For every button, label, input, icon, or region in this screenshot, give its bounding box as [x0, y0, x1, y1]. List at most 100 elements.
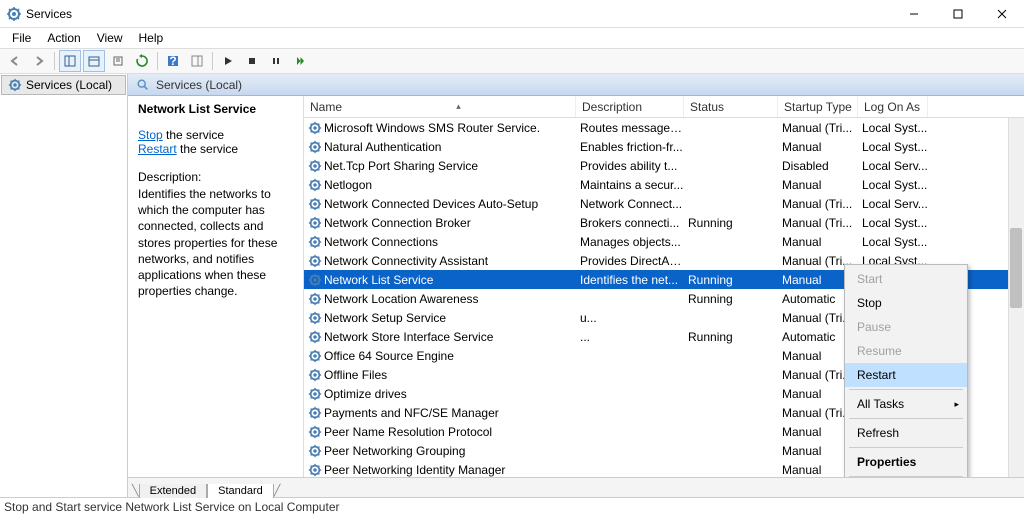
title-bar: Services: [0, 0, 1024, 28]
back-button[interactable]: [4, 50, 26, 72]
properties-button[interactable]: [83, 50, 105, 72]
column-log-on-as[interactable]: Log On As: [858, 96, 928, 117]
table-row[interactable]: Network Connections Manages objects... Man…: [304, 232, 1024, 251]
service-icon: [308, 311, 322, 325]
app-icon: [6, 6, 22, 22]
menu-view[interactable]: View: [89, 29, 131, 47]
service-icon: [308, 121, 322, 135]
service-desc-cell: Provides ability t...: [576, 159, 684, 173]
service-startup-cell: Manual: [778, 140, 858, 154]
ctx-refresh[interactable]: Refresh: [845, 421, 967, 445]
show-hide-tree-button[interactable]: [59, 50, 81, 72]
right-pane-header: Services (Local): [128, 74, 1024, 96]
service-icon: [8, 78, 22, 92]
service-status-cell: Running: [684, 273, 778, 287]
service-startup-cell: Manual: [778, 178, 858, 192]
service-name-cell: Net.Tcp Port Sharing Service: [324, 159, 478, 173]
window-title: Services: [26, 7, 892, 21]
minimize-button[interactable]: [892, 0, 936, 28]
detail-service-name: Network List Service: [138, 102, 293, 116]
menu-action[interactable]: Action: [39, 29, 88, 47]
table-row[interactable]: Microsoft Windows SMS Router Service.Rou…: [304, 118, 1024, 137]
service-desc-cell: Brokers connecti...: [576, 216, 684, 230]
service-icon: [308, 235, 322, 249]
stop-service-button[interactable]: [241, 50, 263, 72]
table-row[interactable]: NetlogonMaintains a secur...ManualLocal …: [304, 175, 1024, 194]
scrollbar-track[interactable]: [1008, 118, 1024, 477]
start-service-button[interactable]: [217, 50, 239, 72]
stop-suffix: the service: [163, 128, 224, 142]
pause-service-button[interactable]: [265, 50, 287, 72]
service-name-cell: Peer Name Resolution Protocol: [324, 425, 492, 439]
service-desc-cell: Maintains a secur...: [576, 178, 684, 192]
service-name-cell: Offline Files: [324, 368, 387, 382]
tree-root-item[interactable]: Services (Local): [1, 75, 126, 95]
service-name-cell: Peer Networking Identity Manager: [324, 463, 505, 477]
table-row[interactable]: Network Connected Devices Auto-SetupNetw…: [304, 194, 1024, 213]
service-desc-cell: Manages objects...: [576, 235, 684, 249]
ctx-resume: Resume: [845, 339, 967, 363]
tab-standard[interactable]: Standard: [207, 484, 274, 498]
export-button[interactable]: [107, 50, 129, 72]
service-icon: [308, 197, 322, 211]
column-description[interactable]: Description: [576, 96, 684, 117]
menubar: File Action View Help: [0, 28, 1024, 48]
column-name[interactable]: Name▴: [304, 96, 576, 117]
service-icon: [308, 463, 322, 477]
maximize-button[interactable]: [936, 0, 980, 28]
column-status[interactable]: Status: [684, 96, 778, 117]
ctx-properties[interactable]: Properties: [845, 450, 967, 474]
service-icon: [308, 273, 322, 287]
service-name-cell: Network Setup Service: [324, 311, 446, 325]
table-row[interactable]: Natural Authentication Enables friction-f…: [304, 137, 1024, 156]
status-text: Stop and Start service Network List Serv…: [4, 500, 339, 514]
service-name-cell: Microsoft Windows SMS Router Service.: [324, 121, 540, 135]
service-name-cell: Network List Service: [324, 273, 433, 287]
table-row[interactable]: Net.Tcp Port Sharing Service Provides abi…: [304, 156, 1024, 175]
show-hide-action-button[interactable]: [186, 50, 208, 72]
table-row[interactable]: Network Connection BrokerBrokers connect…: [304, 213, 1024, 232]
ctx-stop[interactable]: Stop: [845, 291, 967, 315]
service-startup-cell: Manual: [778, 235, 858, 249]
ctx-all-tasks[interactable]: All Tasks▸: [845, 392, 967, 416]
service-desc-cell: ...: [576, 330, 684, 344]
menu-help[interactable]: Help: [131, 29, 172, 47]
scrollbar-thumb[interactable]: [1010, 228, 1022, 308]
service-startup-cell: Disabled: [778, 159, 858, 173]
forward-button[interactable]: [28, 50, 50, 72]
service-startup-cell: Manual (Tri...: [778, 197, 858, 211]
service-desc-cell: Identifies the net...: [576, 273, 684, 287]
sort-indicator-icon: ▴: [456, 101, 461, 112]
service-name-cell: Network Connections: [324, 235, 438, 249]
service-icon: [308, 387, 322, 401]
service-name-cell: Payments and NFC/SE Manager: [324, 406, 499, 420]
service-logon-cell: Local Syst...: [858, 235, 928, 249]
service-name-cell: Network Location Awareness: [324, 292, 479, 306]
restart-service-button[interactable]: [289, 50, 311, 72]
column-startup-type[interactable]: Startup Type: [778, 96, 858, 117]
ctx-pause: Pause: [845, 315, 967, 339]
service-logon-cell: Local Syst...: [858, 121, 928, 135]
ctx-restart[interactable]: Restart: [845, 363, 967, 387]
service-icon: [308, 330, 322, 344]
search-icon: [136, 78, 150, 92]
refresh-button[interactable]: [131, 50, 153, 72]
tab-extended[interactable]: Extended: [139, 484, 207, 498]
svg-text:?: ?: [169, 54, 176, 68]
service-startup-cell: Manual (Tri...: [778, 121, 858, 135]
service-status-cell: Running: [684, 292, 778, 306]
stop-service-link[interactable]: Stop: [138, 128, 163, 142]
service-logon-cell: Local Serv...: [858, 159, 928, 173]
restart-service-link[interactable]: Restart: [138, 142, 177, 156]
service-desc-cell: Enables friction-fr...: [576, 140, 684, 154]
service-logon-cell: Local Syst...: [858, 178, 928, 192]
help-button[interactable]: ?: [162, 50, 184, 72]
close-button[interactable]: [980, 0, 1024, 28]
service-name-cell: Network Connected Devices Auto-Setup: [324, 197, 538, 211]
service-name-cell: Natural Authentication: [324, 140, 441, 154]
menu-file[interactable]: File: [4, 29, 39, 47]
service-name-cell: Office 64 Source Engine: [324, 349, 454, 363]
right-pane-title: Services (Local): [156, 78, 242, 92]
restart-suffix: the service: [177, 142, 238, 156]
toolbar: ?: [0, 48, 1024, 74]
